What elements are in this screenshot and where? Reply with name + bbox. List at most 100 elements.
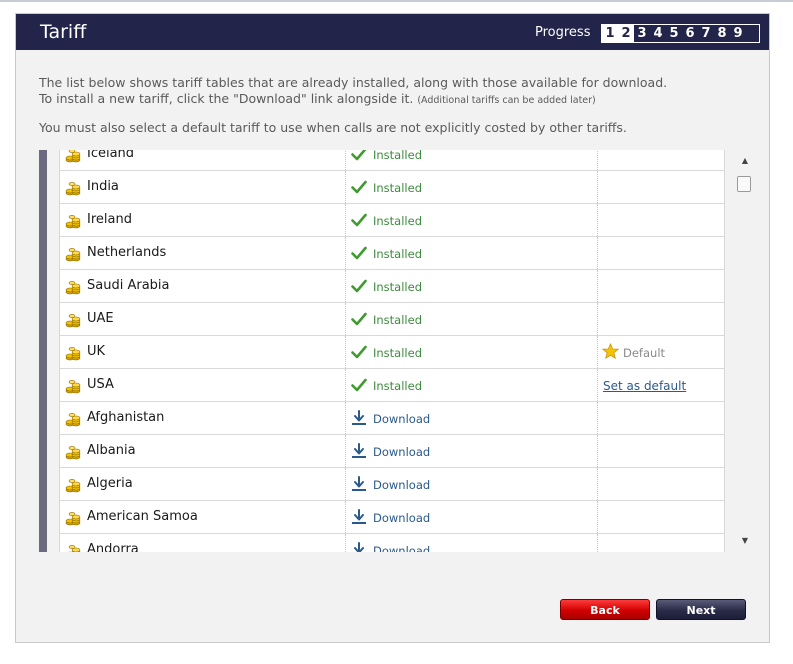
tariff-list[interactable]: Iceland Installed India Installed Ireland Ins… — [59, 150, 725, 552]
list-scrollbar[interactable]: ▲ ▼ — [737, 150, 753, 552]
tariff-name: UAE — [87, 311, 114, 326]
scroll-up-arrow-icon[interactable]: ▲ — [740, 156, 750, 166]
tariff-name-cell: American Samoa — [60, 501, 346, 533]
tariff-default-cell — [598, 402, 724, 434]
tariff-name: Algeria — [87, 476, 133, 491]
tariff-name: India — [87, 179, 119, 194]
progress-step-4: 4 — [653, 26, 663, 41]
tariff-status-cell[interactable]: Download — [346, 468, 598, 500]
tariff-name-cell: USA — [60, 369, 346, 401]
tariff-status-cell[interactable]: Download — [346, 402, 598, 434]
tariff-row: American Samoa Download — [60, 501, 724, 534]
checkmark-icon — [351, 377, 367, 393]
tariff-name-cell: Saudi Arabia — [60, 270, 346, 302]
tariff-name-cell: Albania — [60, 435, 346, 467]
progress-step-7: 7 — [701, 26, 711, 41]
checkmark-icon — [351, 245, 367, 261]
tariff-status-cell[interactable]: Download — [346, 534, 598, 552]
tariff-name: Andorra — [87, 542, 139, 552]
download-link[interactable]: Download — [373, 478, 430, 492]
installed-status: Installed — [373, 247, 422, 261]
intro-line-3: You must also select a default tariff to… — [39, 120, 627, 135]
tariff-name: Netherlands — [87, 245, 167, 260]
tariff-status-cell[interactable]: Download — [346, 501, 598, 533]
tariff-status-cell: Installed — [346, 171, 598, 203]
tariff-name-cell: Andorra — [60, 534, 346, 552]
tariff-status-cell: Installed — [346, 336, 598, 368]
tariff-default-cell — [598, 303, 724, 335]
progress-step-9: 9 — [733, 26, 743, 41]
coins-icon — [65, 477, 81, 493]
checkmark-icon — [351, 212, 367, 228]
download-link[interactable]: Download — [373, 445, 430, 459]
tariff-default-cell: Set as default — [598, 369, 724, 401]
coins-icon — [65, 312, 81, 328]
coins-icon — [65, 411, 81, 427]
tariff-row: Ireland Installed — [60, 204, 724, 237]
tariff-name: USA — [87, 377, 114, 392]
tariff-name-cell: Algeria — [60, 468, 346, 500]
tariff-name-cell: Iceland — [60, 150, 346, 170]
download-arrow-icon[interactable] — [351, 476, 367, 492]
tariff-name: Iceland — [87, 150, 135, 161]
coins-icon — [65, 444, 81, 460]
tariff-status-cell: Installed — [346, 303, 598, 335]
intro-line-1: The list below shows tariff tables that … — [39, 75, 668, 90]
progress-steps: 123456789 — [601, 24, 760, 43]
download-link[interactable]: Download — [373, 511, 430, 525]
tariff-name: Saudi Arabia — [87, 278, 170, 293]
download-link[interactable]: Download — [373, 544, 430, 552]
download-arrow-icon[interactable] — [351, 410, 367, 426]
tariff-status-cell: Installed — [346, 270, 598, 302]
tariff-status-cell[interactable]: Download — [346, 435, 598, 467]
installed-status: Installed — [373, 379, 422, 393]
tariff-name: Ireland — [87, 212, 132, 227]
progress-step-6: 6 — [685, 26, 695, 41]
progress-label: Progress — [535, 25, 591, 40]
tariff-name-cell: India — [60, 171, 346, 203]
tariff-name: Afghanistan — [87, 410, 165, 425]
tariff-name-cell: Ireland — [60, 204, 346, 236]
download-arrow-icon[interactable] — [351, 542, 367, 552]
intro-line-2-note: (Additional tariffs can be added later) — [417, 95, 596, 106]
download-arrow-icon[interactable] — [351, 509, 367, 525]
scroll-down-arrow-icon[interactable]: ▼ — [740, 536, 750, 546]
coins-icon — [65, 543, 81, 552]
tariff-row: Andorra Download — [60, 534, 724, 552]
coins-icon — [65, 279, 81, 295]
installed-status: Installed — [373, 313, 422, 327]
tariff-default-cell — [598, 171, 724, 203]
checkmark-icon — [351, 150, 367, 162]
installed-status: Installed — [373, 181, 422, 195]
tariff-row: Netherlands Installed — [60, 237, 724, 270]
tariff-default-cell — [598, 468, 724, 500]
tariff-name: Albania — [87, 443, 136, 458]
installed-status: Installed — [373, 150, 422, 162]
set-as-default-link[interactable]: Set as default — [603, 379, 686, 393]
checkmark-icon — [351, 344, 367, 360]
progress-step-8: 8 — [717, 26, 727, 41]
tariff-status-cell: Installed — [346, 150, 598, 170]
tariff-name-cell: UK — [60, 336, 346, 368]
download-link[interactable]: Download — [373, 412, 430, 426]
back-button[interactable]: Back — [560, 599, 650, 620]
download-arrow-icon[interactable] — [351, 443, 367, 459]
installed-status: Installed — [373, 280, 422, 294]
page-title: Tariff — [40, 21, 87, 43]
tariff-name: UK — [87, 344, 106, 359]
top-border — [0, 0, 793, 2]
tariff-row: UK Installed Default — [60, 336, 724, 369]
tariff-status-cell: Installed — [346, 237, 598, 269]
tariff-status-cell: Installed — [346, 204, 598, 236]
default-label: Default — [623, 346, 666, 360]
intro-line-2: To install a new tariff, click the "Down… — [39, 91, 759, 109]
coins-icon — [65, 510, 81, 526]
tariff-default-cell — [598, 150, 724, 170]
tariff-status-cell: Installed — [346, 369, 598, 401]
list-side-bar — [39, 150, 47, 552]
tariff-row: Albania Download — [60, 435, 724, 468]
next-button[interactable]: Next — [656, 599, 746, 620]
scrollbar-thumb[interactable] — [737, 176, 751, 192]
coins-icon — [65, 378, 81, 394]
intro-line-2-text: To install a new tariff, click the "Down… — [39, 91, 414, 106]
